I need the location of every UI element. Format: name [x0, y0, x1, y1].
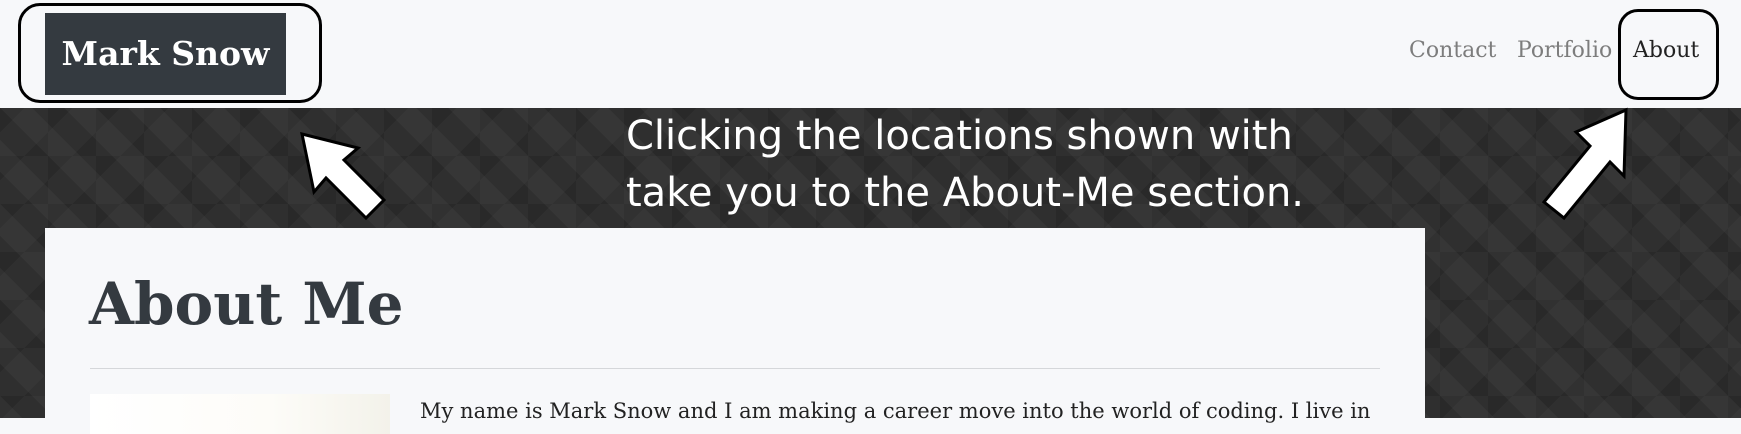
- annotation-line-1: Clicking the locations shown with: [626, 113, 1293, 159]
- arrow-up-right-icon: [1541, 107, 1628, 221]
- nav-link-portfolio[interactable]: Portfolio: [1517, 38, 1612, 63]
- annotation-line-2: take you to the About-Me section.: [626, 170, 1305, 216]
- annotation-text: Clicking the locations shown with take y…: [626, 108, 1386, 222]
- brand-link[interactable]: Mark Snow: [45, 13, 286, 95]
- page-title: About Me: [89, 270, 404, 338]
- bio-text: My name is Mark Snow and I am making a c…: [420, 399, 1371, 423]
- profile-photo: [90, 394, 390, 434]
- about-me-card: About Me My name is Mark Snow and I am m…: [45, 228, 1425, 434]
- divider: [90, 368, 1380, 369]
- nav-link-contact[interactable]: Contact: [1409, 38, 1496, 63]
- nav-link-about[interactable]: About: [1633, 38, 1699, 63]
- navbar: Mark Snow Contact Portfolio About: [0, 0, 1741, 108]
- arrow-up-left-icon: [300, 131, 387, 221]
